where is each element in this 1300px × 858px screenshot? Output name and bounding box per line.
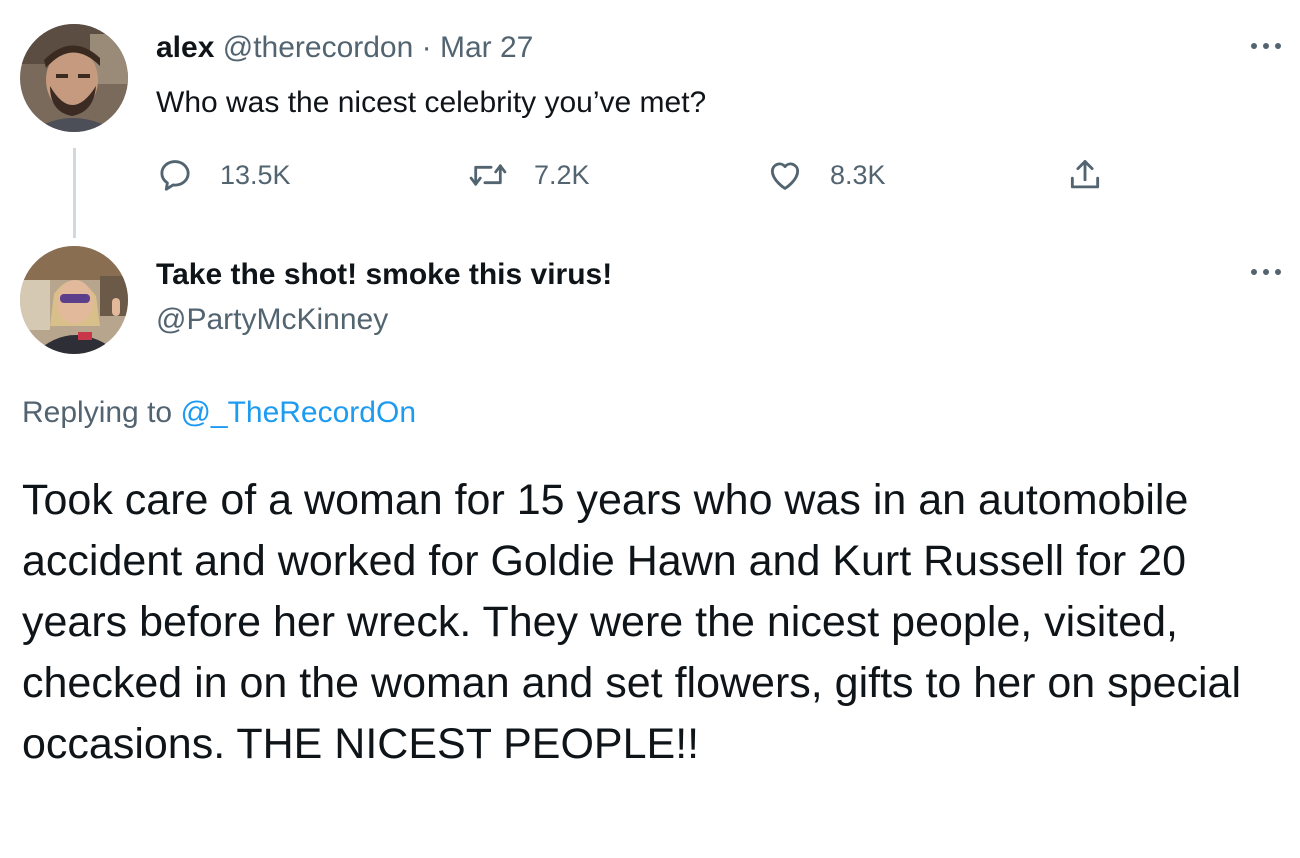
reply-icon (160, 160, 190, 191)
reply-count: 13.5K (220, 159, 291, 190)
avatar-photo (20, 246, 128, 354)
like-count: 8.3K (830, 159, 886, 190)
more-icon (1251, 269, 1281, 275)
retweet-icon (469, 164, 507, 186)
thread-line (73, 148, 76, 238)
more-icon (1251, 43, 1281, 49)
tweet-text: Who was the nicest celebrity you’ve met? (156, 86, 707, 119)
separator: · (421, 31, 432, 64)
user-handle[interactable]: @PartyMcKinney (156, 300, 388, 340)
share-icon (1070, 160, 1100, 189)
display-name[interactable]: Take the shot! smoke this virus! (156, 255, 612, 295)
display-name[interactable]: alex (156, 31, 214, 64)
avatar[interactable] (20, 24, 128, 132)
user-handle[interactable]: @therecordon (223, 31, 414, 64)
reply-button[interactable]: 13.5K (156, 155, 291, 195)
tweet-header: alex @therecordon · Mar 27 (156, 28, 533, 68)
more-options-button[interactable] (1248, 262, 1284, 282)
more-options-button[interactable] (1248, 36, 1284, 56)
reply-text: Took care of a woman for 15 years who wa… (22, 476, 1242, 768)
replying-to: Replying to @_TheRecordOn (22, 392, 416, 434)
retweet-button[interactable]: 7.2K (468, 155, 590, 195)
mention-link[interactable]: @_TheRecordOn (180, 396, 416, 429)
avatar-photo (20, 24, 128, 132)
retweet-count: 7.2K (534, 159, 590, 190)
like-button[interactable]: 8.3K (766, 155, 886, 195)
replying-prefix: Replying to (22, 396, 173, 429)
avatar[interactable] (20, 246, 128, 354)
tweet-date[interactable]: Mar 27 (440, 31, 533, 64)
heart-icon (770, 162, 800, 190)
share-button[interactable] (1066, 155, 1104, 195)
